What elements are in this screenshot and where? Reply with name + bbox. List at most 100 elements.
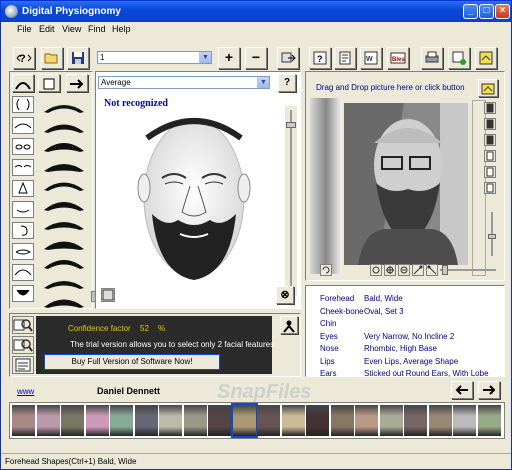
contrast-slider-thumb[interactable] (442, 265, 448, 275)
print-button[interactable] (421, 47, 443, 69)
feature-category-button[interactable] (12, 201, 34, 218)
close-button[interactable]: × (495, 4, 510, 19)
hair-shape-option[interactable] (38, 135, 90, 153)
feature-category-button[interactable] (12, 96, 34, 113)
menu-find[interactable]: Find (88, 24, 106, 34)
celebrity-thumbnail[interactable] (12, 405, 35, 436)
celebrity-thumbnail[interactable] (134, 405, 158, 436)
template-select[interactable]: Average ▼ (98, 76, 270, 89)
measure-button[interactable] (412, 264, 424, 276)
feature-category-button[interactable] (12, 243, 34, 260)
celebrity-thumbnail[interactable] (85, 405, 109, 436)
hair-shape-option[interactable] (38, 272, 90, 290)
celebrity-thumbnail[interactable] (159, 405, 182, 436)
photo-tool-button[interactable] (484, 134, 496, 146)
zoom-in-button[interactable] (12, 316, 34, 334)
list-button[interactable] (12, 356, 34, 374)
celebrity-thumbnail[interactable] (379, 405, 403, 436)
feature-category-button[interactable] (12, 285, 34, 302)
zoom-out-button[interactable] (12, 336, 34, 354)
wizard-button[interactable]: ? (13, 47, 35, 69)
crosshair-button[interactable] (384, 264, 396, 276)
photo-tool-button[interactable] (484, 166, 496, 178)
zoom-slider-track[interactable] (285, 106, 297, 296)
brightness-thumb[interactable] (488, 234, 496, 239)
celebrity-thumbnail[interactable] (355, 405, 378, 436)
photo-tool-button[interactable] (484, 150, 496, 162)
celebrity-thumbnail[interactable] (477, 405, 501, 436)
photo-tool-button[interactable] (484, 118, 496, 130)
brightness-slider[interactable] (488, 212, 496, 256)
hair-shape-option[interactable] (38, 96, 90, 114)
variant-select[interactable]: 1 ▼ (97, 51, 212, 64)
menu-view[interactable]: View (62, 24, 81, 34)
menu-file[interactable]: File (17, 24, 32, 34)
maximize-button[interactable]: □ (479, 4, 494, 19)
minus-circle-button[interactable] (398, 264, 410, 276)
forehead-shape-button[interactable] (12, 74, 34, 92)
compare-button[interactable] (277, 47, 299, 69)
celebrity-thumbnail[interactable] (453, 405, 476, 436)
feature-category-button[interactable] (12, 159, 34, 176)
settings-button[interactable] (475, 47, 497, 69)
celebrity-thumbnail[interactable] (110, 405, 133, 436)
hairline-icon (44, 299, 84, 308)
celebrity-link[interactable]: www (17, 387, 34, 396)
previous-celebrity-button[interactable] (451, 381, 473, 399)
celebrity-thumbnail[interactable] (257, 405, 280, 436)
document-button[interactable] (334, 47, 356, 69)
celebrity-thumbnail[interactable] (230, 403, 258, 438)
celebrity-thumbnail[interactable] (61, 405, 84, 436)
menu-edit[interactable]: Edit (39, 24, 55, 34)
feature-category-button[interactable] (12, 117, 34, 134)
buy-full-version-button[interactable]: Buy Full Version of Software Now! (44, 354, 220, 370)
hair-shape-option[interactable] (38, 291, 90, 309)
celebrity-thumbnail[interactable] (330, 405, 354, 436)
celebrity-thumbnail[interactable] (36, 405, 60, 436)
menu-help[interactable]: Help (112, 24, 131, 34)
photo-tool-button[interactable] (484, 182, 496, 194)
hair-shape-option[interactable] (38, 116, 90, 134)
square-shape-button[interactable] (38, 74, 60, 92)
photo-tool-button[interactable] (484, 102, 496, 114)
hair-shape-option[interactable] (38, 252, 90, 270)
clear-composite-button[interactable]: ⊗ (276, 286, 294, 304)
hair-shape-option[interactable] (38, 213, 90, 231)
report-button[interactable]: W (360, 47, 382, 69)
hair-shape-option[interactable] (38, 194, 90, 212)
feature-category-button[interactable] (12, 138, 34, 155)
rotate-button[interactable] (320, 264, 332, 276)
next-shape-button[interactable] (66, 74, 88, 92)
hair-shape-option[interactable] (38, 155, 90, 173)
figure-button[interactable] (280, 316, 298, 334)
plus-icon: + (224, 49, 234, 65)
load-picture-button[interactable] (478, 79, 498, 97)
open-button[interactable] (41, 47, 63, 69)
celebrity-thumbnail[interactable] (428, 405, 452, 436)
celebrity-thumbnail[interactable] (281, 405, 305, 436)
feature-category-button[interactable] (12, 264, 34, 281)
hair-shape-option[interactable] (38, 174, 90, 192)
next-celebrity-button[interactable] (478, 381, 500, 399)
celebrity-thumbnail[interactable] (208, 405, 231, 436)
celebrity-thumbnail[interactable] (404, 405, 427, 436)
feature-category-button[interactable] (12, 222, 34, 239)
gallery-button[interactable]: Bles (387, 47, 409, 69)
remove-button[interactable]: − (245, 47, 267, 69)
minimize-button[interactable]: _ (463, 4, 478, 19)
add-button[interactable]: + (218, 47, 240, 69)
celebrity-thumbnail[interactable] (306, 405, 329, 436)
point-circle-button[interactable] (370, 264, 382, 276)
info-button[interactable]: ? (278, 74, 296, 92)
export-button[interactable] (448, 47, 470, 69)
hair-shape-option[interactable] (38, 233, 90, 251)
save-button[interactable] (67, 47, 89, 69)
zoom-slider-thumb[interactable] (286, 122, 296, 128)
pointer-tool-button[interactable] (426, 264, 438, 276)
celebrity-thumbnail[interactable] (183, 405, 207, 436)
contrast-slider[interactable] (440, 269, 496, 271)
face-search-button[interactable]: ? (309, 47, 331, 69)
title-bar[interactable]: Digital Physiognomy _ □ × (1, 1, 511, 22)
feature-category-button[interactable] (12, 180, 34, 197)
reset-button[interactable] (101, 288, 115, 302)
